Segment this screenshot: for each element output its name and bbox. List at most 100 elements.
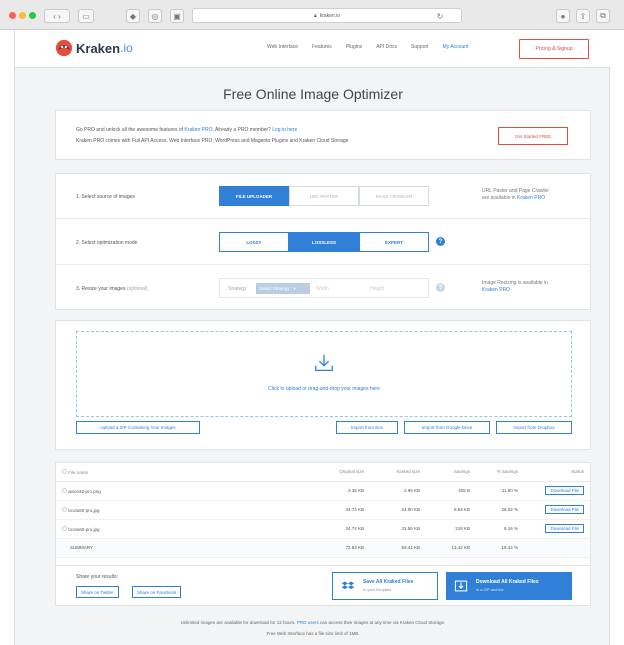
divider	[56, 264, 590, 265]
address-bar[interactable]: 🔒︎ kraken.io	[192, 8, 462, 23]
promo-line-2: Kraken PRO comes with Full API Access, W…	[76, 138, 349, 144]
file-name: bcotu60-pro.jpg	[68, 526, 100, 532]
upload-card: Click to upload or drag-and-drop your im…	[55, 320, 591, 450]
archive-icon	[454, 580, 468, 592]
table-header-savings: Savings	[426, 463, 476, 482]
resize-height-field[interactable]: Height	[370, 286, 384, 292]
options-card: 1. Select source of images FILE UPLOADER…	[55, 173, 591, 310]
summary-label: SUMMARY	[56, 538, 300, 558]
dropbox-icon	[341, 581, 355, 590]
summary-pct: 18.42 %	[476, 538, 524, 558]
resize-note-text: Image Resizing is available in	[482, 280, 548, 286]
download-file-button[interactable]: Download File	[545, 486, 584, 495]
summary-row: SUMMARY 72.83 KB 59.41 KB 13.42 KB 18.42…	[56, 538, 590, 558]
file-name-cell: bcotu60-pro.jpg	[56, 500, 300, 520]
header-filename-text: File name	[68, 469, 89, 475]
sidebar-toggle-icon[interactable]: ▭	[78, 9, 94, 23]
resize-help-icon[interactable]: ?	[436, 283, 445, 292]
nav-link-plugins[interactable]: Plugins	[346, 44, 362, 50]
file-name: avion32-pro.png	[68, 488, 101, 494]
downloads-icon[interactable]: ●	[556, 9, 570, 23]
promo-line-1: Go PRO and unlock all the awesome featur…	[76, 127, 297, 133]
pro-users-link[interactable]: PRO users	[297, 620, 319, 625]
resize-label: 3. Resize your images (optional)	[76, 286, 148, 292]
share-icon[interactable]: ⇪	[576, 9, 590, 23]
download-zip-button[interactable]: Download All Kraked Files in a ZIP archi…	[446, 572, 572, 600]
reader-icon[interactable]: ◎	[148, 9, 162, 23]
nav-links: Web Interface Features Plugins API Docs …	[267, 44, 468, 50]
reload-icon[interactable]: ↻	[434, 9, 446, 23]
import-google-drive-button[interactable]: Import from Google Drive	[404, 421, 490, 434]
row-checkbox[interactable]	[62, 525, 67, 531]
nav-link-my-account[interactable]: My Account	[443, 44, 469, 50]
maximize-window-icon[interactable]	[29, 12, 36, 19]
file-name: bcotu60-pro.jpg	[68, 507, 100, 513]
chevron-down-icon: ▾	[293, 285, 296, 291]
resize-width-field[interactable]: Width	[316, 286, 329, 292]
download-icon	[315, 354, 333, 371]
footer-note-1: Unlimited images are available for downl…	[15, 620, 611, 625]
get-started-free-button[interactable]: Get Started FREE	[498, 127, 568, 145]
source-url-paster-button[interactable]: URL PASTER	[289, 186, 359, 206]
page-title: Free Online Image Optimizer	[223, 86, 403, 102]
download-zip-title: Download All Kraked Files	[476, 579, 539, 585]
results-card: File name Original size Kraked size Savi…	[55, 462, 591, 566]
brand-name: Kraken	[76, 40, 121, 56]
login-link[interactable]: Log in here	[272, 127, 297, 133]
status-cell: Download File	[524, 519, 590, 539]
table-header-status: Status	[524, 463, 590, 482]
table-row: bcotu60-pro.jpg 34.74 KB 31.56 KB 318 KB…	[56, 519, 590, 539]
kraked-size-cell: 2.96 KB	[370, 481, 426, 501]
pct-savings-cell: 28.32 %	[476, 500, 524, 520]
kraken-pro-link[interactable]: Kraken PRO	[184, 127, 212, 133]
nav-link-api-docs[interactable]: API Docs	[376, 44, 397, 50]
file-name-cell: bcotu60-pro.jpg	[56, 519, 300, 539]
extensions-icon[interactable]: ▣	[170, 9, 184, 23]
resize-label-text: 3. Resize your images	[76, 286, 126, 292]
savings-cell: 9.84 KB	[426, 500, 476, 520]
import-dropbox-button[interactable]: Import from Dropbox	[496, 421, 572, 434]
download-file-button[interactable]: Download File	[545, 505, 584, 514]
logo[interactable]: Kraken .io	[55, 39, 133, 57]
shield-icon[interactable]: ◆	[126, 9, 140, 23]
mode-lossless-button[interactable]: LOSSLESS	[289, 232, 359, 252]
nav-link-web-interface[interactable]: Web Interface	[267, 44, 298, 50]
dropzone-text: Click to upload or drag-and-drop your im…	[268, 386, 380, 392]
nav-link-features[interactable]: Features	[312, 44, 332, 50]
save-dropbox-button[interactable]: Save All Kraked Files in your Dropbox	[332, 572, 438, 600]
save-dropbox-sub: in your Dropbox	[363, 587, 392, 592]
original-size-cell: 34.74 KB	[300, 500, 370, 520]
source-page-crawler-button[interactable]: PAGE CRAWLER	[359, 186, 429, 206]
download-zip-text: Download All Kraked Files in a ZIP archi…	[476, 579, 539, 593]
resize-strategy-select[interactable]: Select Strategy ▾	[256, 283, 310, 294]
mode-lossy-button[interactable]: LOSSY	[219, 232, 289, 252]
status-cell: Download File	[524, 481, 590, 501]
minimize-window-icon[interactable]	[19, 12, 26, 19]
source-file-uploader-button[interactable]: FILE UPLOADER	[219, 186, 289, 206]
mode-help-icon[interactable]: ?	[436, 237, 445, 246]
close-window-icon[interactable]	[9, 12, 16, 19]
tabs-icon[interactable]: ⧉	[596, 9, 610, 23]
source-note-link[interactable]: Kraken PRO	[517, 195, 545, 201]
row-checkbox[interactable]	[62, 487, 67, 493]
table-row: avion32-pro.png 3.35 KB 2.96 KB 405 B 11…	[56, 481, 590, 501]
select-all-checkbox[interactable]	[62, 468, 67, 474]
save-dropbox-title: Save All Kraked Files	[363, 579, 414, 585]
import-box-button[interactable]: Import from Box	[336, 421, 398, 434]
upload-zip-button[interactable]: Upload a ZIP Containing Your Images	[76, 421, 200, 434]
share-twitter-button[interactable]: Share on Twitter	[76, 586, 119, 598]
nav-link-support[interactable]: Support	[411, 44, 429, 50]
pricing-signup-button[interactable]: Pricing & Signup	[519, 39, 589, 59]
kraked-size-cell: 24.90 KB	[370, 500, 426, 520]
status-cell: Download File	[524, 500, 590, 520]
mode-expert-button[interactable]: EXPERT	[359, 232, 429, 252]
row-checkbox[interactable]	[62, 506, 67, 512]
save-dropbox-text: Save All Kraked Files in your Dropbox	[363, 579, 413, 593]
image-dropzone[interactable]: Click to upload or drag-and-drop your im…	[76, 331, 572, 417]
kraked-size-cell: 31.56 KB	[370, 519, 426, 539]
back-forward-buttons[interactable]: ‹ ›	[44, 9, 70, 23]
resize-note-link[interactable]: Kraken PRO	[482, 287, 510, 293]
browser-toolbar: ‹ › ▭ ◆ ◎ ▣ 🔒︎ kraken.io ↻ ● ⇪ ⧉	[0, 0, 624, 30]
share-facebook-button[interactable]: Share on Facebook	[132, 586, 182, 598]
download-file-button[interactable]: Download File	[545, 524, 584, 533]
